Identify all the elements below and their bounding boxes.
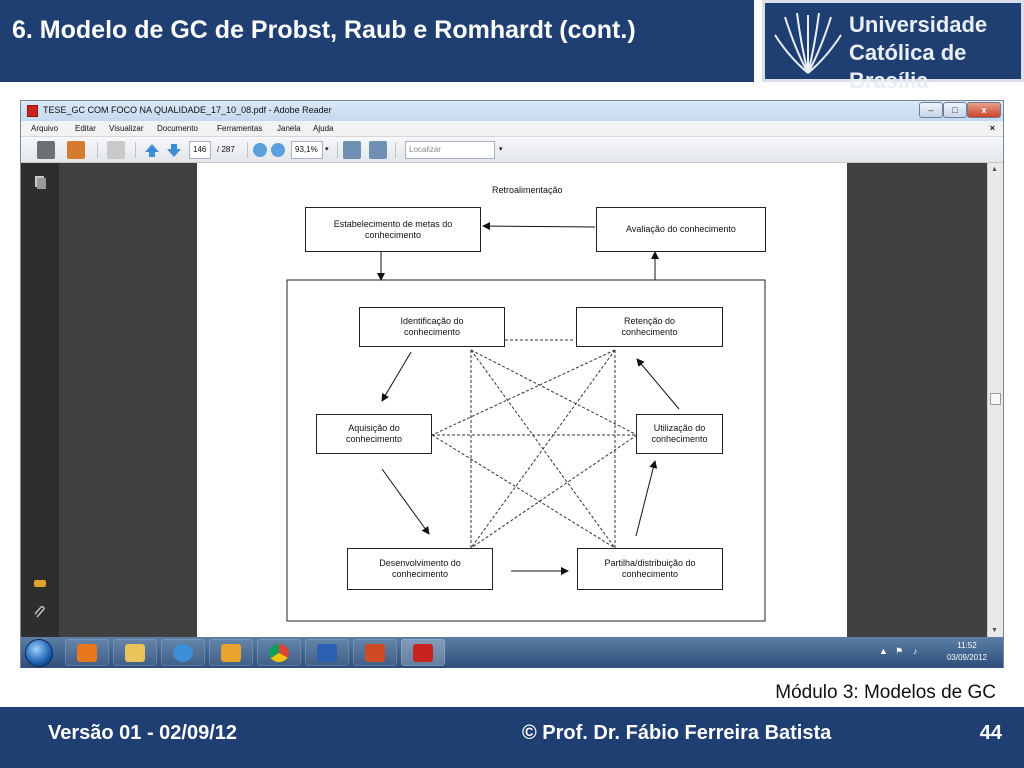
box-utilizacao: Utilização do conhecimento [636, 414, 723, 454]
box-desenvolvimento: Desenvolvimento do conhecimento [347, 548, 493, 590]
taskbar-media-player[interactable] [65, 639, 109, 666]
feedback-caption: Retroalimentação [492, 185, 563, 195]
powerpoint-icon [365, 644, 385, 662]
window-titlebar[interactable]: TESE_GC COM FOCO NA QUALIDADE_17_10_08.p… [21, 101, 1003, 121]
box-identificacao: Identificação do conhecimento [359, 307, 505, 347]
minimize-button[interactable]: – [919, 102, 943, 118]
menu-ajuda[interactable]: Ajuda [313, 124, 333, 133]
slide-footer: Versão 01 - 02/09/12 © Prof. Dr. Fábio F… [0, 707, 1024, 768]
university-logo: Universidade Católica de Brasília [762, 0, 1024, 93]
vertical-scrollbar[interactable]: ▲ ▼ [987, 163, 1003, 637]
fit-page-icon[interactable] [369, 141, 387, 159]
module-label: Módulo 3: Modelos de GC [775, 682, 996, 703]
folder-icon [125, 644, 145, 662]
volume-icon[interactable]: ♪ [913, 646, 918, 656]
zoom-out-icon[interactable] [253, 143, 267, 157]
pages-icon[interactable] [33, 175, 47, 189]
navigation-sidebar [21, 163, 59, 637]
slide-header: 6. Modelo de GC de Probst, Raub e Romhar… [0, 0, 754, 82]
outlook-icon [221, 644, 241, 662]
taskbar-outlook[interactable] [209, 639, 253, 666]
close-document-button[interactable]: × [990, 123, 995, 133]
dashed-connections [431, 339, 638, 549]
previous-page-icon[interactable] [143, 141, 161, 159]
slide-number: 44 [979, 722, 1002, 744]
create-pdf-icon[interactable] [67, 141, 85, 159]
sidebar-panel [59, 163, 197, 637]
cycle-arrow-4 [635, 460, 658, 537]
slide: 6. Modelo de GC de Probst, Raub e Romhar… [0, 0, 1024, 768]
cycle-arrow-5 [636, 358, 680, 410]
tray-clock[interactable]: 11:52 03/09/2012 [947, 640, 987, 664]
menu-janela[interactable]: Janela [277, 124, 301, 133]
taskbar-chrome[interactable] [257, 639, 301, 666]
search-dropdown-icon[interactable]: ▾ [499, 141, 503, 159]
tray-expand-icon[interactable]: ▲ [879, 646, 888, 656]
windows-taskbar: ▲ ⚑ ♪ 11:52 03/09/2012 [21, 637, 1003, 668]
menu-visualizar[interactable]: Visualizar [109, 124, 144, 133]
attachments-icon[interactable] [33, 605, 47, 619]
box-avaliacao: Avaliação do conhecimento [596, 207, 766, 252]
pdf-icon [27, 105, 38, 117]
media-player-icon [77, 644, 97, 662]
box-aquisicao: Aquisição do conhecimento [316, 414, 432, 454]
menu-documento[interactable]: Documento [157, 124, 198, 133]
start-button-icon[interactable] [25, 639, 53, 667]
zoom-level-input[interactable]: 93,1% [291, 141, 323, 159]
clock-date: 03/09/2012 [946, 653, 987, 662]
window-title: TESE_GC COM FOCO NA QUALIDADE_17_10_08.p… [43, 105, 332, 115]
cycle-arrow-1 [381, 351, 412, 402]
internet-explorer-icon [173, 644, 193, 662]
university-name-line2: Católica de Brasília [849, 40, 967, 93]
footer-author: © Prof. Dr. Fábio Ferreira Batista [522, 722, 832, 744]
clock-time: 11:52 [957, 641, 977, 650]
toolbar: 146 / 287 93,1% ▾ Localizar ▾ [21, 137, 1003, 163]
menu-editar[interactable]: Editar [75, 124, 96, 133]
footer-version: Versão 01 - 02/09/12 [48, 722, 238, 744]
taskbar-ie[interactable] [161, 639, 205, 666]
viewer-margin [847, 163, 987, 637]
comment-icon[interactable] [107, 141, 125, 159]
chrome-icon [269, 644, 289, 662]
taskbar-adobe-reader[interactable] [401, 639, 445, 666]
maximize-button[interactable]: □ [943, 102, 967, 118]
fit-width-icon[interactable] [343, 141, 361, 159]
adobe-reader-icon [413, 644, 433, 662]
pdf-page: Retroalimentação Estabelecimento de meta… [197, 163, 847, 637]
menu-arquivo[interactable]: Arquivo [31, 124, 58, 133]
adobe-reader-window: TESE_GC COM FOCO NA QUALIDADE_17_10_08.p… [20, 100, 1004, 668]
slide-title: 6. Modelo de GC de Probst, Raub e Romhar… [12, 16, 636, 44]
university-emblem-icon [774, 12, 842, 74]
print-icon[interactable] [37, 141, 55, 159]
menu-bar: Arquivo Editar Visualizar Documento Ferr… [21, 121, 1003, 137]
box-retencao: Retenção do conhecimento [576, 307, 723, 347]
feedback-arrow [482, 222, 596, 231]
scroll-thumb[interactable] [990, 393, 1001, 405]
box-partilha: Partilha/distribuição do conhecimento [577, 548, 723, 590]
cycle-arrow-2 [381, 468, 430, 535]
search-input[interactable]: Localizar [405, 141, 495, 159]
taskbar-word[interactable] [305, 639, 349, 666]
close-button[interactable]: x [967, 102, 1001, 118]
zoom-in-icon[interactable] [271, 143, 285, 157]
scroll-down-icon[interactable]: ▼ [991, 627, 998, 634]
menu-ferramentas[interactable]: Ferramentas [217, 124, 262, 133]
taskbar-explorer[interactable] [113, 639, 157, 666]
scroll-up-icon[interactable]: ▲ [991, 166, 998, 173]
university-name: Universidade Católica de Brasília [849, 11, 1021, 95]
zoom-dropdown-icon[interactable]: ▾ [325, 141, 329, 159]
box-metas: Estabelecimento de metas do conhecimento [305, 207, 481, 252]
page-number-input[interactable]: 146 [189, 141, 211, 159]
page-total: / 287 [217, 145, 235, 154]
university-name-line1: Universidade [849, 12, 988, 37]
next-page-icon[interactable] [165, 141, 183, 159]
word-icon [317, 644, 337, 662]
taskbar-powerpoint[interactable] [353, 639, 397, 666]
comments-icon[interactable] [33, 577, 47, 591]
document-viewer: Retroalimentação Estabelecimento de meta… [21, 163, 1003, 637]
action-center-flag-icon[interactable]: ⚑ [895, 646, 903, 657]
